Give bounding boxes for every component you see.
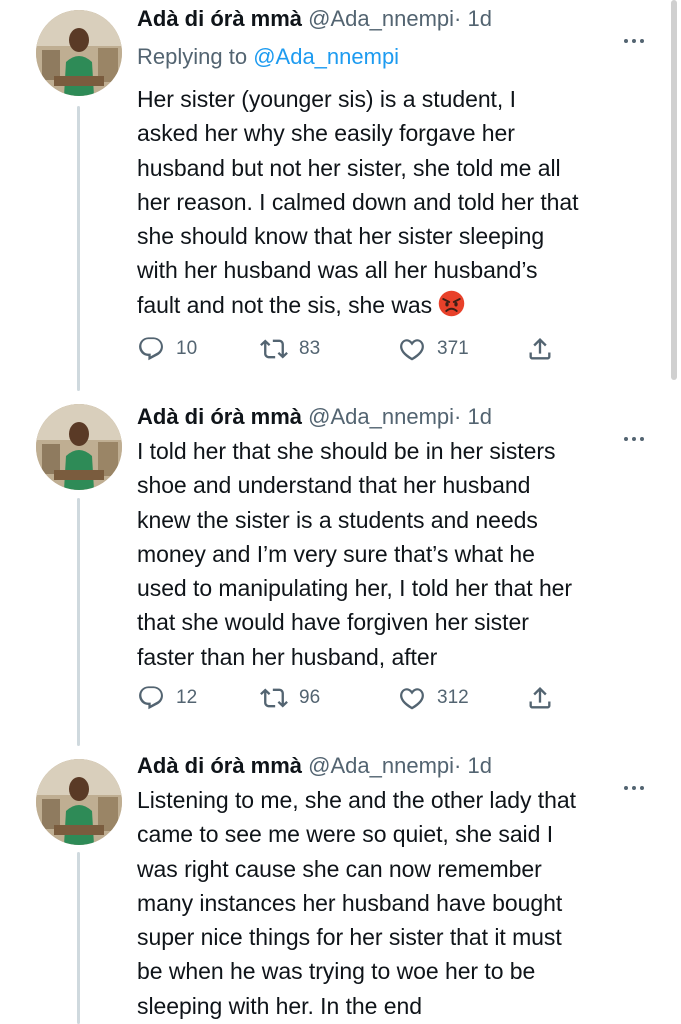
tweet-content: Adà di órà mmà @Ada_nnempi· 1d Replying … (137, 2, 662, 322)
like-count: 312 (437, 687, 469, 708)
like-icon (400, 339, 424, 361)
replying-to: Replying to @Ada_nnempi (137, 42, 662, 72)
reply-count: 10 (176, 338, 198, 359)
share-button[interactable] (526, 334, 554, 364)
retweet-button[interactable]: 83 (260, 334, 320, 364)
reply-icon (139, 337, 163, 361)
like-button[interactable]: 312 (398, 683, 469, 713)
like-count: 371 (437, 338, 469, 359)
separator: · (454, 753, 462, 778)
share-button[interactable] (526, 683, 554, 713)
author-name[interactable]: Adà di órà mmà (137, 6, 302, 31)
retweet-count: 96 (299, 687, 321, 708)
tweet-text-content: Her sister (younger sis) is a student, I… (137, 86, 579, 318)
tweet-header: Adà di órà mmà @Ada_nnempi· 1d (137, 2, 662, 43)
share-icon (529, 338, 551, 360)
retweet-button[interactable]: 96 (260, 683, 320, 713)
tweet-text: I told her that she should be in her sis… (137, 438, 573, 670)
separator: · (454, 6, 462, 31)
tweet-actions: 10 83 371 (137, 334, 662, 364)
tweet-header: Adà di órà mmà @Ada_nnempi· 1d (137, 749, 662, 790)
tweet-text: Her sister (younger sis) is a student, I… (137, 82, 662, 322)
tweet[interactable]: Adà di órà mmà @Ada_nnempi· 1d Replying … (0, 0, 681, 390)
tweet[interactable]: Adà di órà mmà @Ada_nnempi· 1d I told he… (0, 390, 681, 745)
retweet-count: 83 (299, 338, 321, 359)
reply-button[interactable]: 12 (137, 683, 197, 713)
author-name[interactable]: Adà di órà mmà (137, 753, 302, 778)
reply-count: 12 (176, 687, 198, 708)
timestamp[interactable]: 1d (468, 6, 492, 31)
more-icon[interactable] (622, 4, 656, 43)
more-icon[interactable] (622, 751, 656, 790)
author-handle[interactable]: @Ada_nnempi (308, 6, 454, 31)
tweet-actions: 12 96 312 (137, 683, 662, 713)
retweet-icon (260, 688, 288, 708)
timestamp[interactable]: 1d (468, 753, 492, 778)
tweet-text: Listening to me, she and the other lady … (137, 787, 576, 1019)
reply-button[interactable]: 10 (137, 334, 197, 364)
tweet-content: Adà di órà mmà @Ada_nnempi· 1d I told he… (137, 400, 662, 674)
angry-face-emoji (439, 290, 465, 317)
more-icon[interactable] (622, 402, 656, 441)
share-icon (529, 687, 551, 709)
avatar[interactable] (36, 759, 122, 845)
replying-label: Replying to (137, 44, 248, 69)
tweet-content: Adà di órà mmà @Ada_nnempi· 1d Listening… (137, 749, 662, 1023)
replying-mention[interactable]: @Ada_nnempi (253, 44, 399, 69)
timestamp[interactable]: 1d (468, 404, 492, 429)
like-button[interactable]: 371 (398, 334, 469, 364)
tweet[interactable]: Adà di órà mmà @Ada_nnempi· 1d Listening… (0, 745, 681, 1024)
avatar[interactable] (36, 404, 122, 490)
retweet-icon (260, 339, 288, 359)
separator: · (454, 404, 462, 429)
like-icon (400, 688, 424, 710)
author-name[interactable]: Adà di órà mmà (137, 404, 302, 429)
tweet-header: Adà di órà mmà @Ada_nnempi· 1d (137, 400, 662, 441)
avatar[interactable] (36, 10, 122, 96)
author-handle[interactable]: @Ada_nnempi (308, 404, 454, 429)
reply-icon (139, 686, 163, 710)
author-handle[interactable]: @Ada_nnempi (308, 753, 454, 778)
